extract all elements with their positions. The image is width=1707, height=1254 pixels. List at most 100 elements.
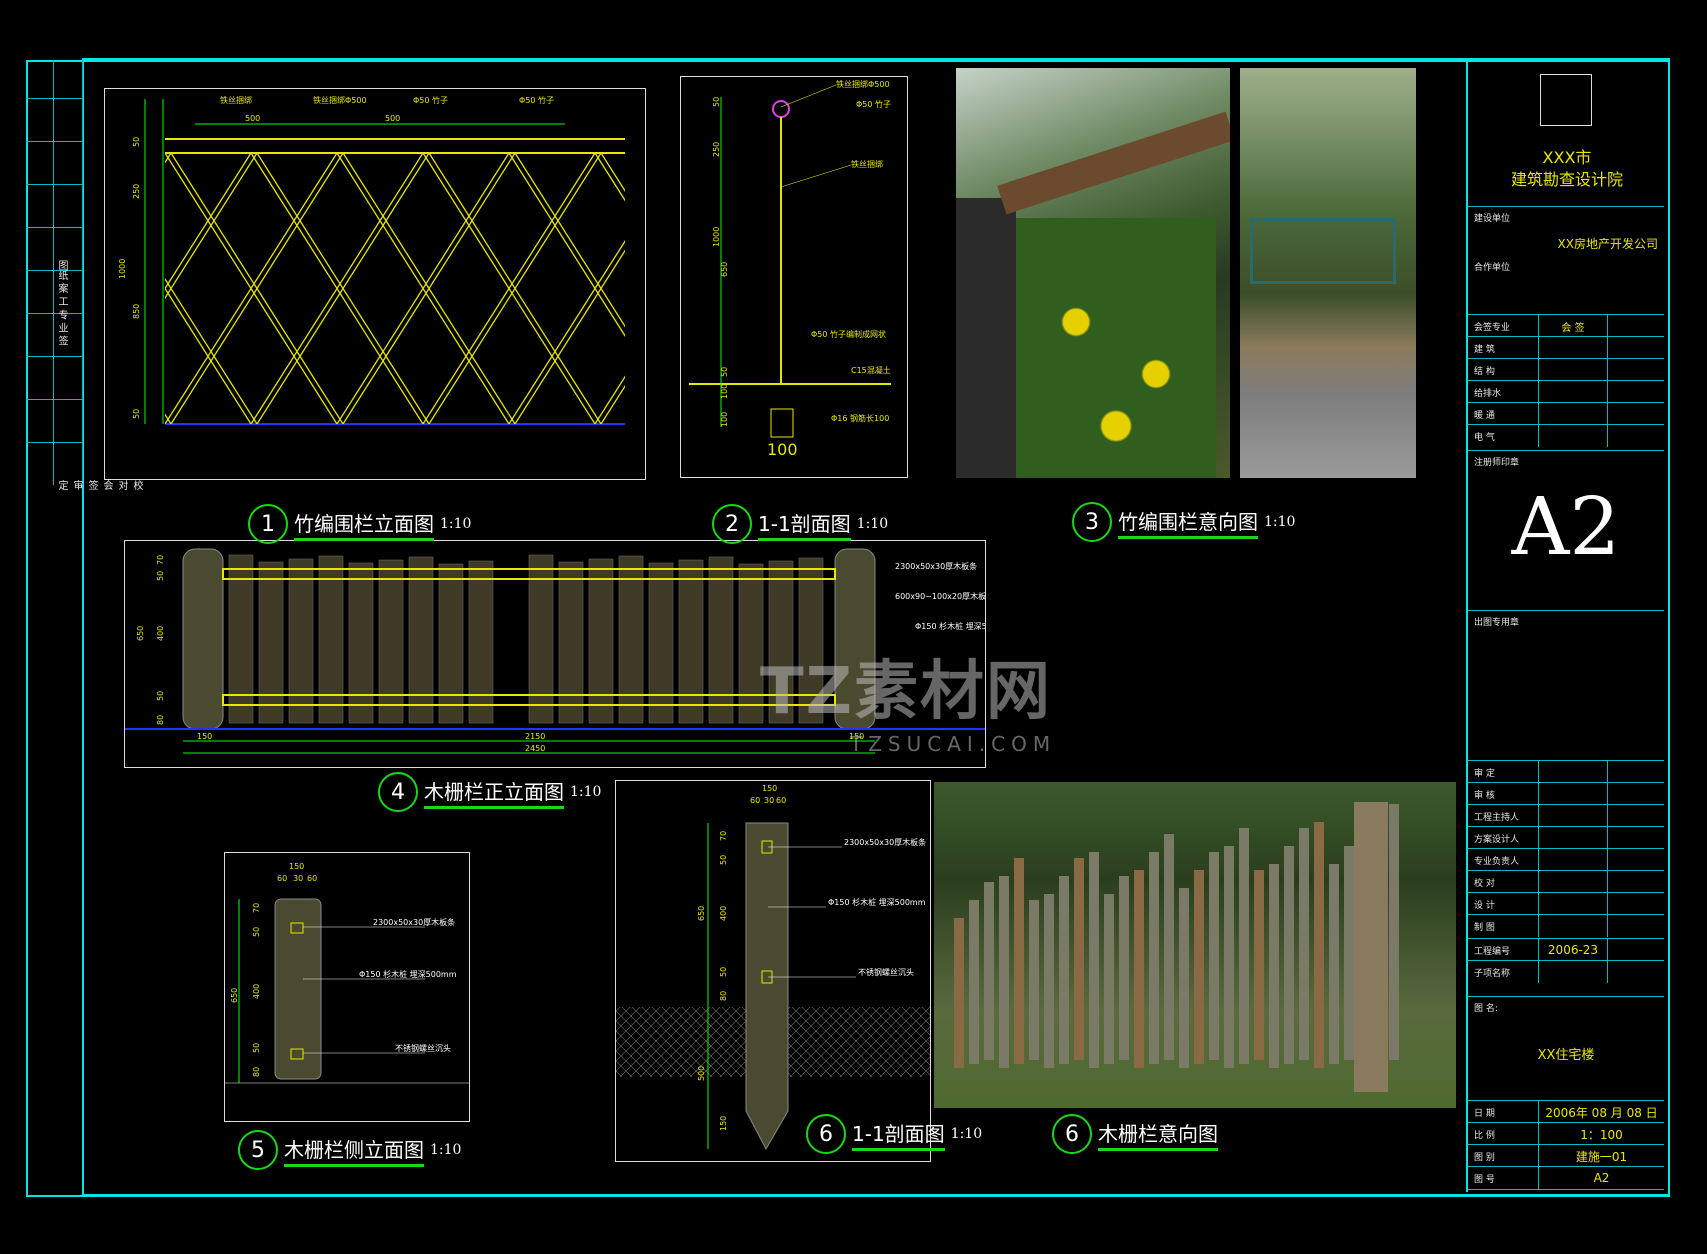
caption-5-num: 5	[238, 1130, 278, 1170]
photo-slat	[1119, 876, 1129, 1060]
drawing-1-bamboo-elevation: 500 500 铁丝捆绑 铁丝捆绑Φ500 Φ50 竹子 Φ50 竹子 50 2…	[104, 88, 646, 480]
bamboo-pole	[508, 240, 625, 424]
countersign-row-label: 暖 通	[1474, 410, 1495, 421]
caption-3-scale: 1:10	[1264, 514, 1296, 530]
photo-slat	[1224, 846, 1234, 1068]
caption-4: 4 木栅栏正立面图 1:10	[378, 772, 601, 812]
caption-1-title: 竹编围栏立面图	[294, 508, 434, 541]
sec-dim-7: 100	[720, 412, 729, 427]
caption-2: 2 1-1剖面图 1:10	[712, 504, 888, 544]
countersign-row-label: 建 筑	[1474, 344, 1495, 355]
fence-plank	[378, 559, 404, 724]
sec-dim-6: 100	[720, 384, 729, 399]
photo-slat	[1269, 864, 1279, 1068]
side-label-1: 2300x50x30厚木板条	[373, 917, 455, 927]
client-label: 建设单位	[1474, 214, 1511, 224]
side-top-3: 30	[293, 874, 303, 883]
caption-3-num: 3	[1072, 502, 1112, 542]
side-dim-1: 650	[230, 988, 239, 1003]
drawing-name-row: 图 名:	[1468, 996, 1664, 1087]
dim-left-4: 850	[132, 304, 141, 319]
scale-value: 1：100	[1538, 1123, 1664, 1145]
photo-slat	[1134, 870, 1144, 1068]
photo-slat	[1314, 822, 1324, 1068]
sec-dim-1: 50	[712, 97, 721, 107]
bamboo-fence-photo-1	[956, 68, 1230, 478]
dim-top-2: 500	[385, 114, 400, 123]
staff-row: 设 计	[1468, 892, 1664, 915]
wf-label-3: Φ150 杉木桩 埋深500mm	[915, 621, 985, 631]
fence-plank	[438, 563, 464, 724]
side-dim-3: 50	[252, 927, 261, 937]
photo-slat	[1104, 894, 1114, 1064]
bamboo-pole	[600, 153, 625, 193]
countersign-row-label: 电 气	[1474, 432, 1495, 443]
photo-slat	[1194, 870, 1204, 1064]
drawing-name-label: 图 名:	[1474, 1004, 1498, 1014]
s6-top-4: 60	[776, 796, 786, 805]
bamboo-pole	[165, 277, 258, 424]
institute-line-1: XXX市	[1542, 148, 1592, 167]
dim-left-3: 1000	[118, 259, 127, 279]
fence-plank	[588, 558, 614, 724]
caption-5-title: 木栅栏侧立面图	[284, 1134, 424, 1167]
photo-slat	[1164, 834, 1174, 1060]
scale-row: 比 例 1：100	[1468, 1122, 1664, 1145]
caption-2-title: 1-1剖面图	[758, 508, 851, 541]
staff-row-label: 审 核	[1474, 790, 1495, 801]
caption-6-scale: 1:10	[950, 1126, 983, 1142]
wf-dim-3: 50	[156, 571, 165, 581]
countersign-header: 会签专业 会 签	[1468, 314, 1664, 337]
s6-top-1: 150	[762, 784, 777, 793]
wf-label-2: 600x90~100x20厚木板条	[895, 591, 985, 601]
fence-plank	[228, 554, 254, 724]
caption-1-num: 1	[248, 504, 288, 544]
staff-row: 制 图	[1468, 914, 1664, 937]
s6-dim-3: 50	[719, 855, 728, 865]
dim-left-2: 250	[132, 184, 141, 199]
sec-dim-2: 250	[712, 142, 721, 157]
sheet-size: A2	[1511, 480, 1621, 573]
side-top-2: 60	[277, 874, 287, 883]
countersign-row: 暖 通	[1468, 402, 1664, 425]
partner-row: 合作单位	[1468, 260, 1664, 312]
caption-6-title: 1-1剖面图	[852, 1118, 945, 1151]
bamboo-lattice-svg: 500 500 铁丝捆绑 铁丝捆绑Φ500 Φ50 竹子 Φ50 竹子 50 2…	[118, 95, 625, 425]
project-no-label: 工程编号	[1474, 946, 1511, 957]
fence-plank	[468, 560, 494, 724]
sec-label-6: Φ16 钢筋长100	[831, 413, 889, 423]
s6-top-2: 60	[750, 796, 760, 805]
caption-1-scale: 1:10	[440, 516, 472, 532]
side-label-2: Φ150 杉木桩 埋深500mm	[359, 969, 457, 979]
watermark-main: TZ素材网	[760, 655, 1053, 729]
caption-7-num: 6	[1052, 1114, 1092, 1154]
side-dim-5: 50	[252, 1043, 261, 1053]
label-wire-2: 铁丝捆绑Φ500	[313, 95, 367, 105]
bamboo-fence-photo-2	[1240, 68, 1416, 478]
wf-dim-4: 400	[156, 626, 165, 641]
wf-dim-2: 70	[156, 555, 165, 565]
bamboo-pole	[600, 384, 625, 424]
sheet-label: 图 别	[1474, 1152, 1495, 1163]
partner-label: 合作单位	[1474, 263, 1511, 273]
fence-plank	[318, 555, 344, 724]
caption-2-scale: 1:10	[856, 516, 889, 532]
countersign-row: 给排水	[1468, 380, 1664, 403]
fence-plank	[678, 559, 704, 724]
section-svg: 铁丝捆绑Φ500 Φ50 竹子 铁丝捆绑 Φ50 竹子编制成网状 C15混凝土 …	[689, 79, 891, 459]
photo-slat	[1299, 828, 1309, 1060]
staff-row: 审 核	[1468, 782, 1664, 805]
photo-slat	[1239, 828, 1249, 1064]
photo-slat	[1329, 864, 1339, 1064]
sheet-row: 图 别 建施一01	[1468, 1144, 1664, 1167]
caption-1: 1 竹编围栏立面图 1:10	[248, 504, 471, 544]
wf-bdim-2: 2150	[525, 732, 545, 741]
bamboo-pole	[165, 153, 258, 300]
s6-dim-4: 400	[719, 906, 728, 921]
side-dim-6: 80	[252, 1067, 261, 1077]
section-6-svg: 2300x50x30厚木板条 Φ150 杉木桩 埋深500mm 不锈钢螺丝沉头 …	[616, 784, 930, 1151]
staff-row-label: 校 对	[1474, 878, 1495, 889]
client-row: 建设单位 XX房地产开发公司	[1468, 206, 1664, 257]
photo-slat	[984, 882, 994, 1060]
date-label: 日 期	[1474, 1108, 1495, 1119]
